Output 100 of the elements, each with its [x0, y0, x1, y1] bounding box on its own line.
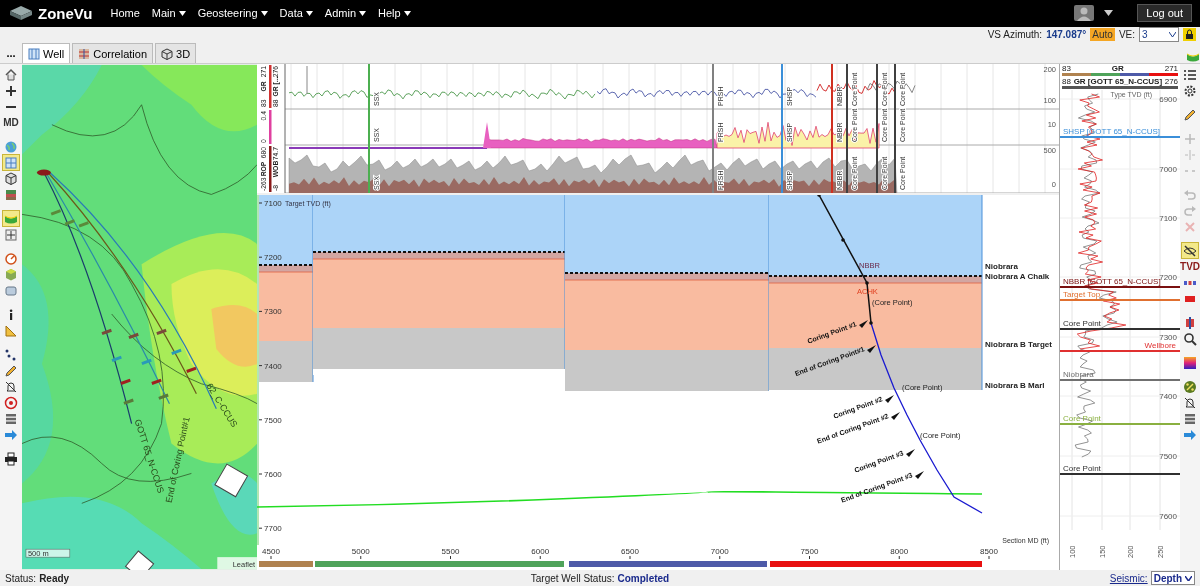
tvd-axis-label: 7100 — [264, 199, 282, 209]
caret-icon[interactable] — [1104, 10, 1114, 17]
md-axis-label: 5500 — [441, 547, 460, 557]
curve-min-value: 83 — [1062, 64, 1071, 74]
tvd-axis-label: 6900 — [1159, 95, 1178, 105]
caret-icon[interactable] — [305, 10, 313, 16]
bell-icon[interactable] — [1183, 395, 1198, 410]
arrowhead-icon — [906, 449, 916, 458]
eye-off-icon[interactable] — [1183, 243, 1198, 258]
status-label: Status: — [5, 572, 37, 584]
nav-menu-item[interactable]: Home — [110, 7, 140, 20]
crosshair-icon[interactable] — [3, 227, 18, 242]
status-label: Target Well Status: — [530, 572, 615, 584]
status-value: Ready — [39, 572, 70, 584]
percent-icon[interactable] — [1183, 379, 1198, 394]
arrowhead-icon — [915, 471, 925, 480]
tvd-axis-label: 7400 — [264, 361, 282, 371]
arrowhead-icon — [867, 345, 877, 354]
curve-name: GR — [1111, 64, 1124, 74]
search-icon[interactable] — [1183, 331, 1198, 346]
curve-name: GR [GOTT 65_N-CCUS] — [1073, 77, 1163, 87]
md-axis-tick — [450, 555, 452, 560]
tvd-axis-label: 7400 — [1159, 392, 1178, 402]
formation-label: Niobrara A Chalk — [985, 272, 1050, 282]
caret-icon — [1169, 31, 1176, 37]
dots-icon[interactable] — [3, 347, 18, 362]
cube-icon[interactable] — [3, 171, 18, 186]
gradient-icon[interactable] — [1183, 355, 1198, 370]
md-axis-label: 8000 — [890, 547, 909, 557]
md-axis-label: 6500 — [621, 547, 639, 557]
nav-menu-item[interactable]: Help — [378, 7, 411, 20]
seismic-link[interactable]: Seismic: — [1109, 572, 1148, 584]
printer-icon[interactable] — [3, 451, 18, 466]
avatar-icon[interactable] — [1074, 5, 1095, 22]
target-icon[interactable] — [3, 395, 18, 410]
home-icon[interactable] — [3, 67, 18, 82]
caret-icon[interactable] — [359, 10, 366, 16]
md-axis-label: 8500 — [980, 547, 998, 557]
nav-menu-item[interactable]: Main — [151, 7, 186, 20]
nav-menu-item[interactable]: Data — [279, 7, 313, 20]
curve-min-value: 88 — [1062, 77, 1071, 87]
md-axis-label: 4500 — [262, 547, 280, 557]
view-tab[interactable]: Correlation — [72, 43, 153, 64]
logo-icon — [8, 5, 34, 22]
marker-label: Wellbore — [1144, 341, 1177, 351]
md-axis-tick — [629, 555, 631, 560]
md-axis-tick — [898, 555, 900, 560]
zoom-in-icon[interactable] — [3, 83, 18, 98]
attribution-background — [217, 557, 258, 570]
settings-icon[interactable] — [1183, 83, 1198, 98]
list-icon[interactable] — [1183, 67, 1198, 82]
caret-icon[interactable] — [260, 10, 268, 16]
md-axis-tick — [988, 555, 990, 560]
pencil-icon[interactable] — [3, 363, 18, 378]
seismic-dropdown[interactable]: Depth — [1150, 571, 1195, 586]
view-tab[interactable]: Well — [22, 43, 71, 64]
logout-button[interactable]: Log out — [1137, 4, 1192, 23]
well-label: End of Coring Point#1 — [163, 416, 192, 504]
gauge-icon[interactable] — [3, 251, 18, 266]
azimuth-value: 147.087° — [1046, 28, 1087, 40]
nav-menu-item[interactable]: Admin — [324, 7, 366, 20]
view-tab[interactable]: 3D — [155, 43, 197, 64]
ve-label: VE: — [1118, 28, 1135, 40]
marker-label: Target Top — [1063, 290, 1101, 300]
tvd-axis-label: 7200 — [264, 253, 282, 263]
stack-icon[interactable] — [1183, 411, 1198, 426]
nav-menu-item[interactable]: Geosteering — [197, 7, 268, 20]
layers-icon[interactable] — [3, 187, 18, 202]
tvd-button[interactable]: TVD — [1182, 259, 1199, 275]
tvd-axis-label: 7300 — [264, 307, 282, 317]
caret-icon[interactable] — [403, 10, 411, 16]
scale-bar — [25, 549, 70, 558]
marker-label: Core Point — [1063, 464, 1101, 474]
md-axis-tick — [809, 555, 811, 560]
stack-icon[interactable] — [3, 411, 18, 426]
lock-icon[interactable] — [1183, 27, 1196, 41]
pencil-icon[interactable] — [1183, 107, 1198, 122]
tvd-axis-label: 7700 — [264, 524, 282, 534]
ruler-icon[interactable] — [3, 323, 18, 338]
md-button[interactable]: MD — [2, 115, 19, 131]
bell-icon[interactable] — [3, 379, 18, 394]
marker-label: Niobrara — [1063, 370, 1094, 380]
correlation-icon — [78, 47, 91, 60]
arrow-icon[interactable] — [1183, 427, 1198, 442]
more-button[interactable]: ... — [2, 43, 20, 64]
md-axis-label: 7000 — [710, 547, 729, 557]
tvd-axis-label: 7100 — [1159, 214, 1178, 224]
md-axis-label: 7500 — [800, 547, 819, 557]
tvd-axis-label: 7500 — [264, 416, 282, 426]
marker-label: Core Point — [1063, 414, 1101, 424]
logo-text: ZoneVu — [38, 4, 93, 22]
panel-icon[interactable] — [3, 283, 18, 298]
caret-icon[interactable] — [178, 10, 186, 16]
globe-icon[interactable] — [3, 139, 18, 154]
auto-button[interactable]: Auto — [1090, 27, 1115, 41]
md-axis-tick — [270, 555, 272, 560]
md-axis-label: 5000 — [351, 547, 370, 557]
caret-icon — [1185, 575, 1192, 581]
arrow-icon[interactable] — [3, 427, 18, 442]
marker-label: Core Point — [1063, 319, 1101, 329]
